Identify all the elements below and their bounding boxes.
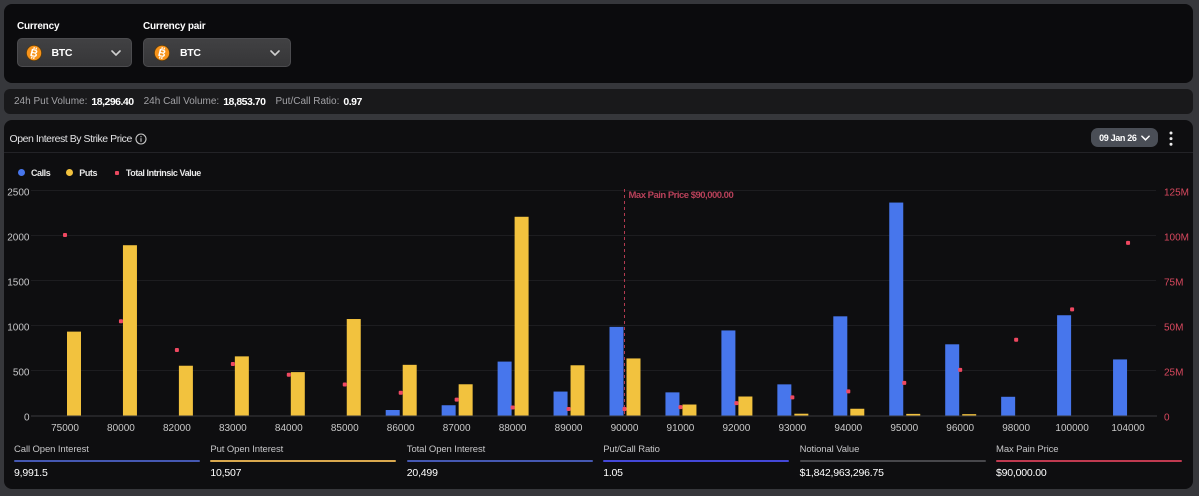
svg-text:98000: 98000 [1002, 423, 1030, 434]
svg-text:96000: 96000 [946, 423, 974, 434]
svg-text:2000: 2000 [7, 233, 30, 244]
svg-text:91000: 91000 [667, 423, 695, 434]
svg-text:0: 0 [1164, 413, 1170, 424]
svg-text:90000: 90000 [611, 423, 639, 434]
svg-text:1000: 1000 [7, 323, 30, 334]
svg-text:25M: 25M [1164, 368, 1183, 379]
svg-text:80000: 80000 [107, 423, 135, 434]
svg-text:50M: 50M [1164, 323, 1183, 334]
svg-text:104000: 104000 [1111, 423, 1145, 434]
svg-text:0: 0 [24, 413, 30, 424]
svg-text:85000: 85000 [331, 423, 359, 434]
svg-text:95000: 95000 [890, 423, 918, 434]
svg-text:100000: 100000 [1055, 423, 1089, 434]
svg-text:86000: 86000 [387, 423, 415, 434]
svg-text:94000: 94000 [834, 423, 862, 434]
svg-text:75000: 75000 [51, 423, 79, 434]
svg-text:2500: 2500 [7, 188, 30, 199]
svg-text:89000: 89000 [555, 423, 583, 434]
svg-text:92000: 92000 [722, 423, 750, 434]
svg-text:Max Pain Price $90,000.00: Max Pain Price $90,000.00 [629, 190, 734, 201]
svg-text:82000: 82000 [163, 423, 191, 434]
svg-text:500: 500 [13, 368, 30, 379]
svg-text:100M: 100M [1164, 233, 1189, 244]
svg-text:75M: 75M [1164, 278, 1183, 289]
svg-text:125M: 125M [1164, 188, 1189, 199]
svg-text:93000: 93000 [778, 423, 806, 434]
svg-text:1500: 1500 [7, 278, 30, 289]
svg-text:83000: 83000 [219, 423, 247, 434]
svg-text:84000: 84000 [275, 423, 303, 434]
svg-text:88000: 88000 [499, 423, 527, 434]
svg-text:87000: 87000 [443, 423, 471, 434]
